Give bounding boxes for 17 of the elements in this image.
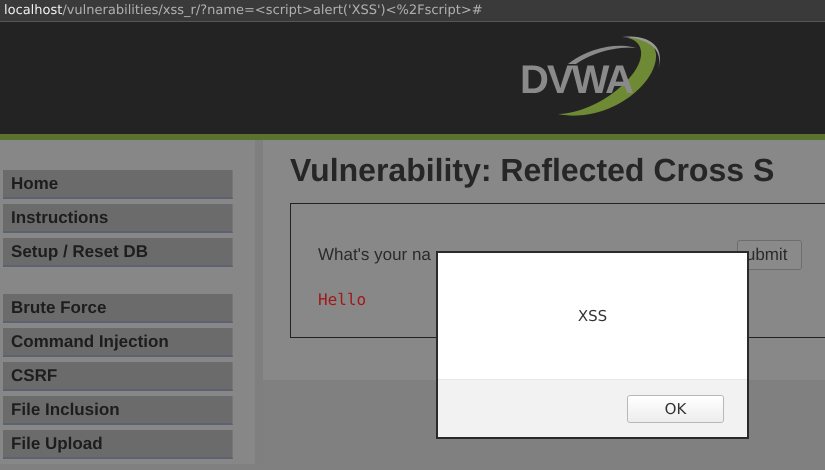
url-host: localhost: [4, 3, 62, 18]
ok-button[interactable]: OK: [627, 394, 724, 422]
menu-item[interactable]: Brute Force: [3, 294, 233, 323]
address-bar[interactable]: localhost/vulnerabilities/xss_r/?name=<script>alert('XSS')<%2Fscript>#: [0, 0, 825, 22]
output-text: Hello: [318, 290, 368, 309]
menu-item[interactable]: File Inclusion: [3, 396, 233, 425]
logo-text: DVWA: [520, 58, 632, 102]
alert-message: XSS: [578, 307, 608, 325]
menu-item[interactable]: Setup / Reset DB: [3, 238, 233, 267]
menu-item[interactable]: Home: [3, 170, 233, 199]
name-label: What's your na: [318, 245, 431, 265]
url-path: /vulnerabilities/xss_r/?name=<script>alert('XSS')<%2Fscript>#: [62, 3, 483, 18]
page-title: Vulnerability: Reflected Cross S: [290, 152, 776, 189]
menu-item[interactable]: CSRF: [3, 362, 233, 391]
menu-item[interactable]: Command Injection: [3, 328, 233, 357]
menu-item[interactable]: Instructions: [3, 204, 233, 233]
menu-item[interactable]: File Upload: [3, 430, 233, 459]
